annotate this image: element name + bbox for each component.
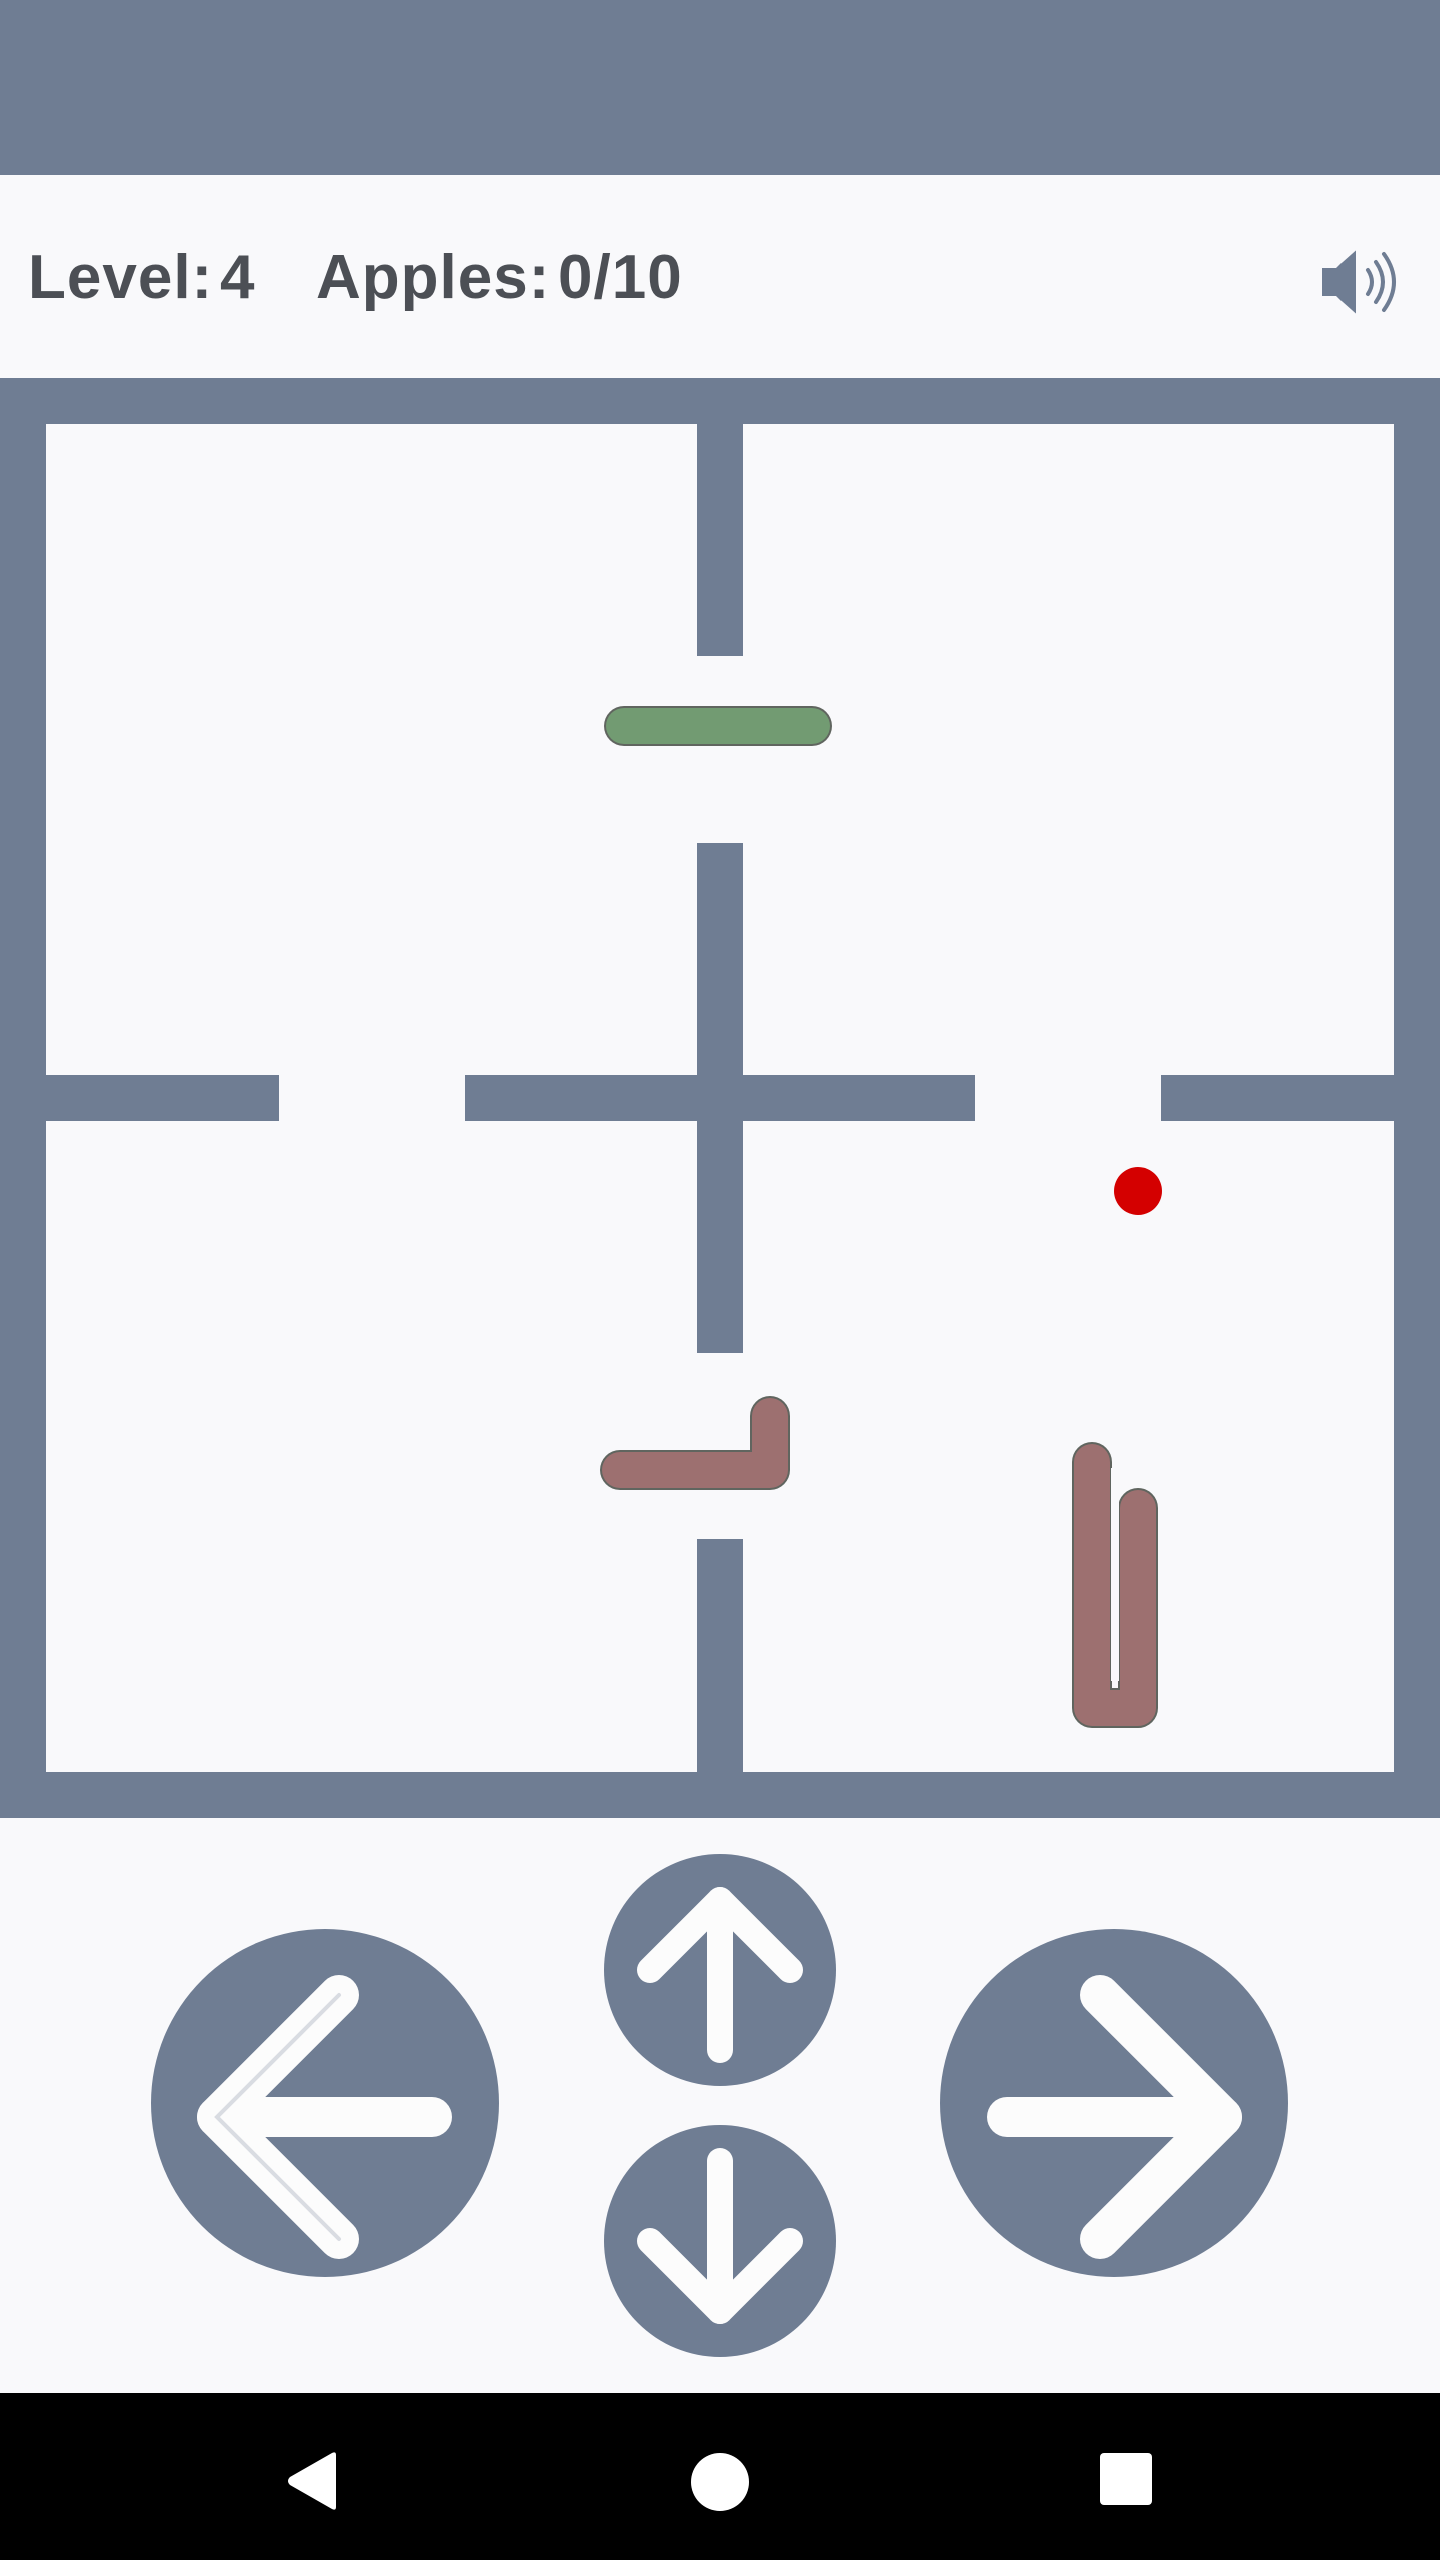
wall-top xyxy=(0,378,1440,424)
speaker-icon xyxy=(1322,241,1396,323)
left-button[interactable] xyxy=(151,1929,499,2277)
down-button[interactable] xyxy=(604,2125,836,2357)
arrow-left-icon xyxy=(151,1929,499,2277)
level-value: 4 xyxy=(220,243,256,312)
home-circle-icon xyxy=(691,2453,749,2511)
wall-center-bottom xyxy=(697,1539,743,1772)
arrow-up-icon xyxy=(604,1854,836,2086)
wall-middle-center xyxy=(465,1075,975,1121)
controls-area xyxy=(0,1818,1440,2393)
wall-middle-left xyxy=(46,1075,279,1121)
back-triangle-icon xyxy=(288,2452,336,2510)
wall-right xyxy=(1394,378,1440,1818)
arrow-down-icon xyxy=(604,2125,836,2357)
wall-bottom xyxy=(0,1772,1440,1818)
navigation-bar xyxy=(0,2393,1440,2560)
apples-value: 0/10 xyxy=(558,243,683,312)
recents-button[interactable] xyxy=(1099,2452,1153,2506)
wall-left xyxy=(0,378,46,1818)
apple xyxy=(1114,1167,1162,1215)
arrow-right-icon xyxy=(940,1929,1288,2277)
home-button[interactable] xyxy=(690,2452,750,2512)
enemy-snake xyxy=(1072,1442,1158,1728)
back-button[interactable] xyxy=(280,2449,344,2513)
up-button[interactable] xyxy=(604,1854,836,2086)
game-board[interactable] xyxy=(0,378,1440,1818)
apples-label: Apples: xyxy=(316,243,551,312)
recents-square-icon xyxy=(1100,2453,1152,2505)
right-button[interactable] xyxy=(940,1929,1288,2277)
info-bar xyxy=(0,175,1440,378)
sound-toggle-button[interactable] xyxy=(1318,240,1398,324)
wall-center-top xyxy=(697,424,743,656)
level-label: Level: xyxy=(28,243,214,312)
wall-middle-right xyxy=(1161,1075,1394,1121)
status-bar xyxy=(0,0,1440,175)
